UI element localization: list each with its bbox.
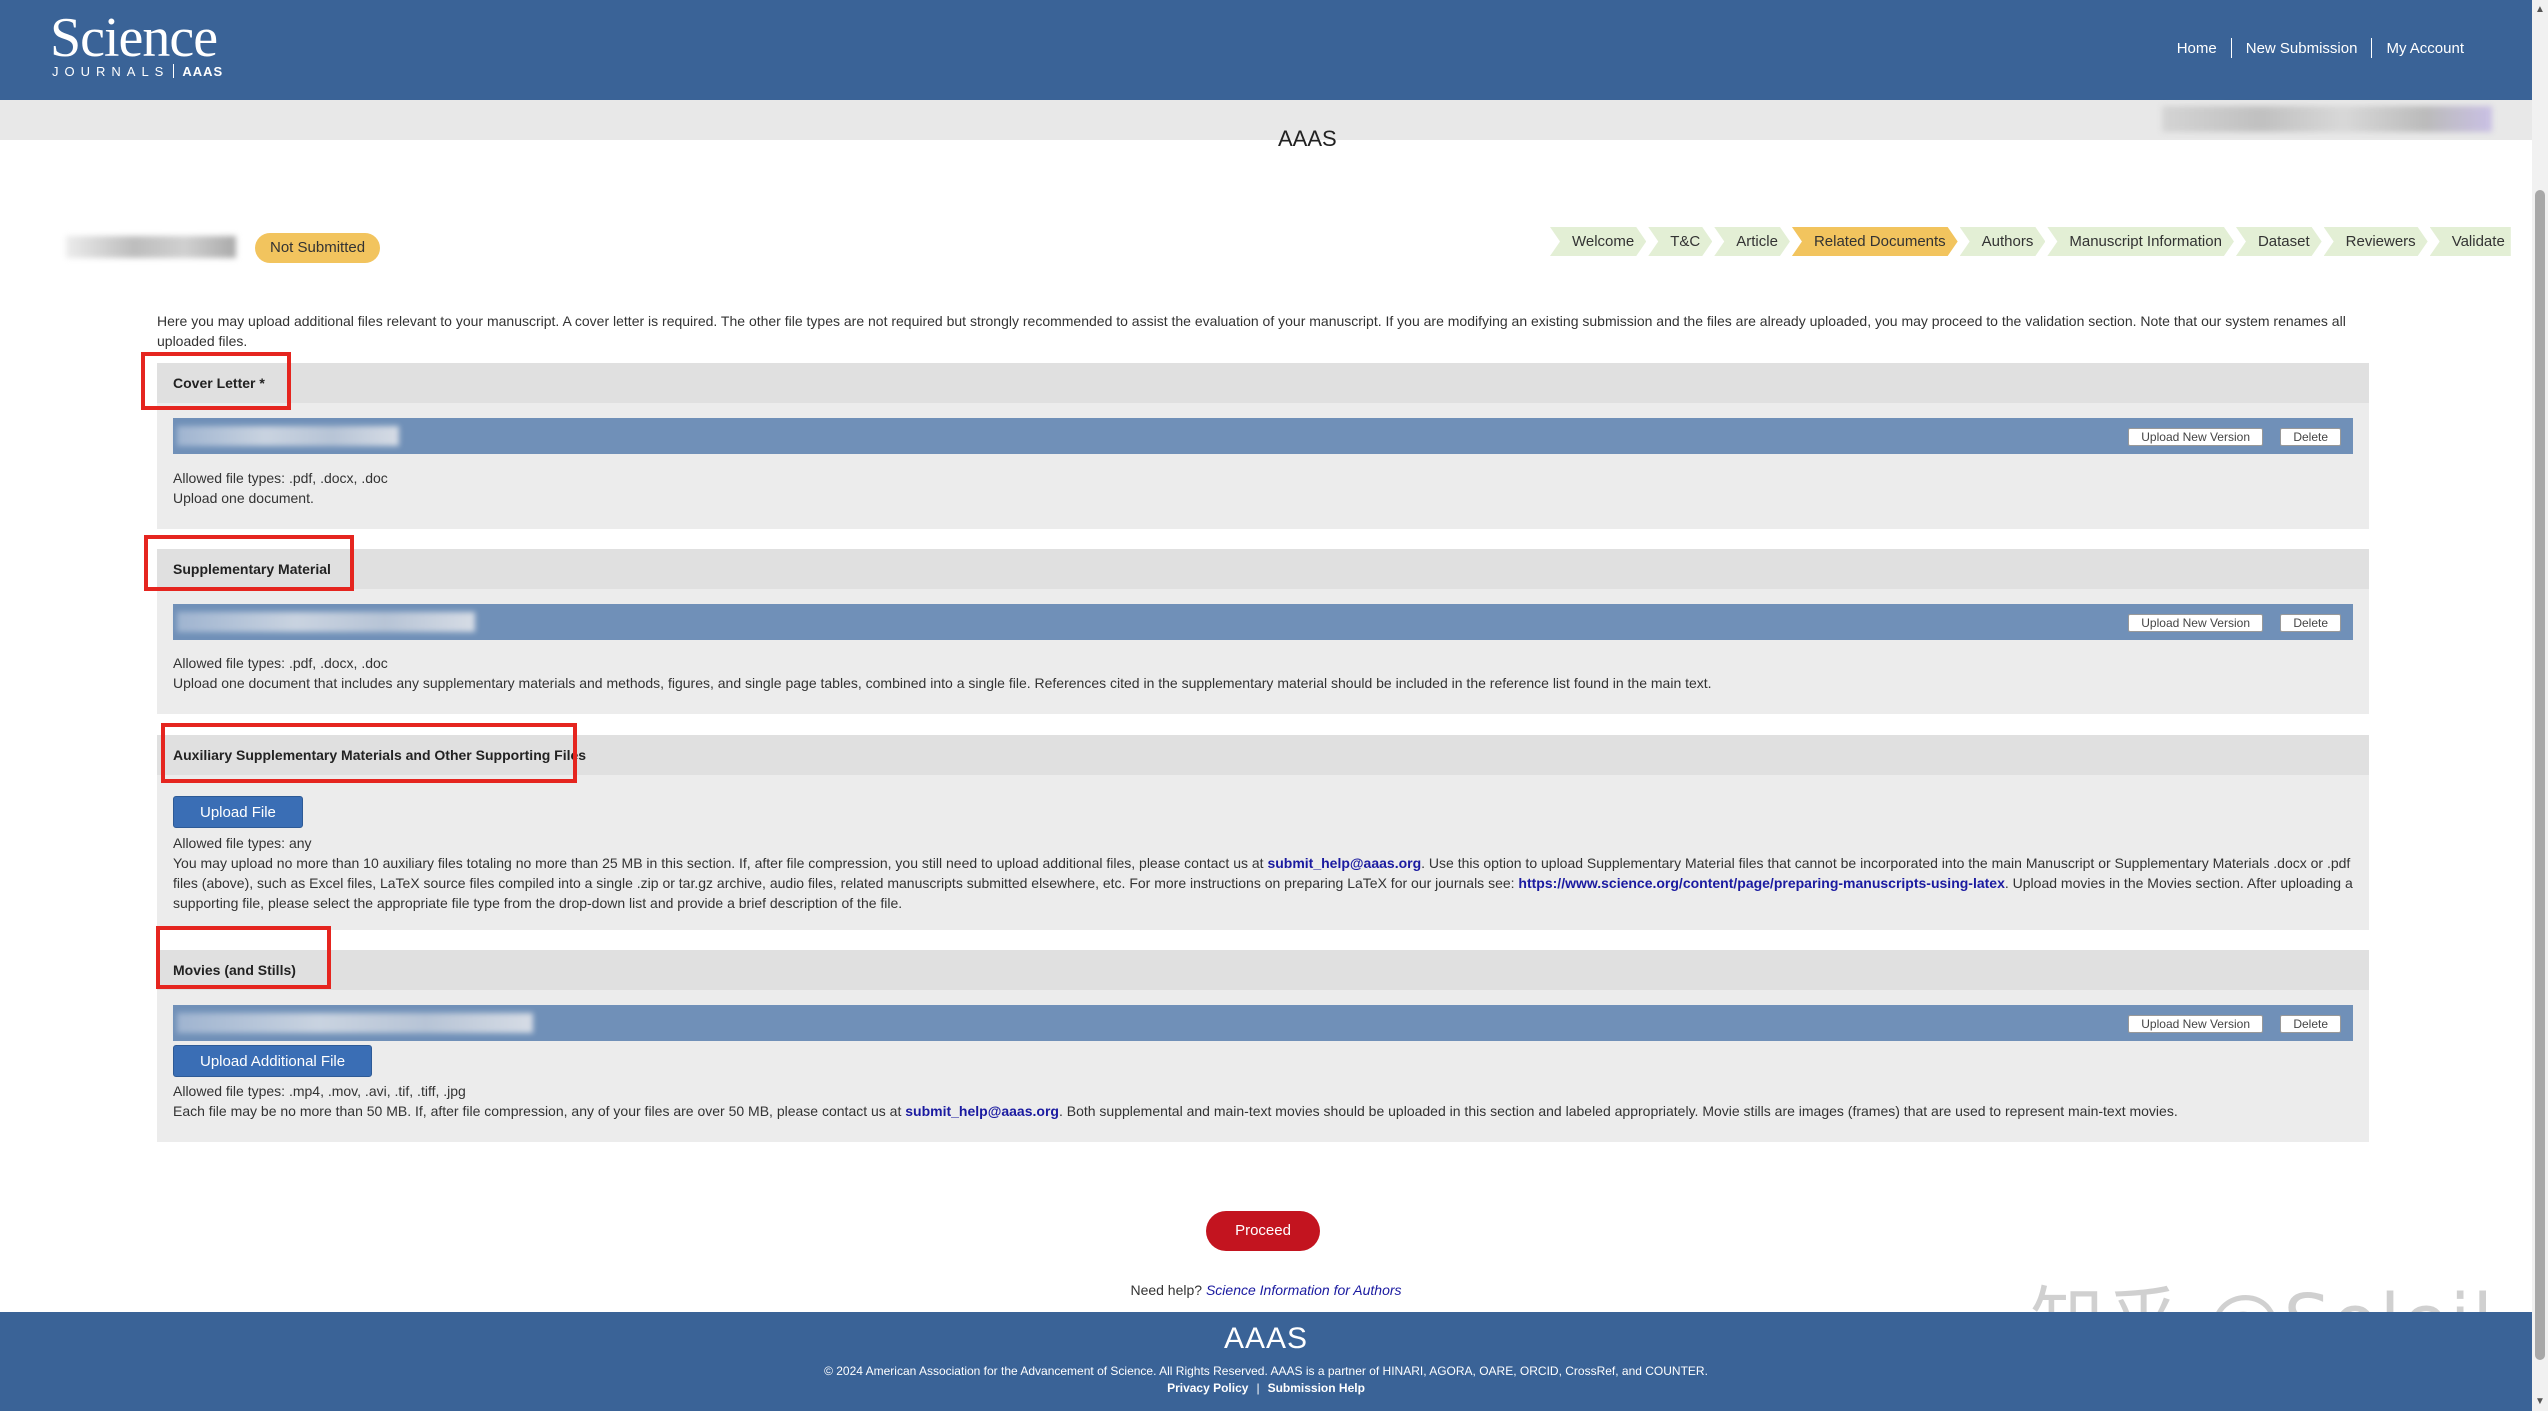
aaas-logo-peek: AAAS xyxy=(1278,130,1337,148)
privacy-policy-link[interactable]: Privacy Policy xyxy=(1167,1381,1248,1395)
science-journals-logo[interactable]: Science JOURNALS AAAS xyxy=(50,7,222,79)
highlight-box xyxy=(144,535,354,591)
step-reviewers[interactable]: Reviewers xyxy=(2324,227,2428,256)
author-info-link[interactable]: Science Information for Authors xyxy=(1206,1282,1402,1298)
upload-new-version-button[interactable]: Upload New Version xyxy=(2128,428,2263,446)
submit-help-email-link[interactable]: submit_help@aaas.org xyxy=(905,1103,1059,1119)
upload-new-version-button[interactable]: Upload New Version xyxy=(2128,1015,2263,1033)
help-prefix: Need help? xyxy=(1130,1282,1206,1298)
step-validate[interactable]: Validate xyxy=(2429,227,2511,256)
scroll-down-icon[interactable]: ▼ xyxy=(2535,1396,2545,1407)
upload-additional-file-button[interactable]: Upload Additional File xyxy=(173,1045,373,1077)
section-header: Movies (and Stills) xyxy=(157,950,2369,990)
step-related-documents[interactable]: Related Documents xyxy=(1792,227,1958,256)
supplementary-types: Allowed file types: .pdf, .docx, .doc xyxy=(173,655,388,671)
highlight-box xyxy=(161,723,577,783)
step-dataset[interactable]: Dataset xyxy=(2236,227,2322,256)
cover-letter-types: Allowed file types: .pdf, .docx, .doc xyxy=(173,470,388,486)
blurred-file-name xyxy=(177,426,399,446)
delete-button[interactable]: Delete xyxy=(2280,614,2341,632)
auxiliary-note: You may upload no more than 10 auxiliary… xyxy=(173,853,2353,913)
site-header: Science JOURNALS AAAS Home New Submission… xyxy=(0,0,2532,100)
movies-section: Movies (and Stills) Upload New Version D… xyxy=(157,950,2369,1142)
movies-note: Each file may be no more than 50 MB. If,… xyxy=(173,1101,2353,1121)
movies-note-part: Each file may be no more than 50 MB. If,… xyxy=(173,1103,906,1119)
footer-links: Privacy Policy | Submission Help xyxy=(1167,1381,1365,1395)
blurred-manuscript-id xyxy=(66,236,236,258)
intro-text: Here you may upload additional files rel… xyxy=(157,313,2346,349)
supplementary-file-row: Upload New Version Delete xyxy=(173,604,2353,640)
scrollbar-thumb[interactable] xyxy=(2535,190,2545,1360)
auxiliary-types: Allowed file types: any xyxy=(173,835,312,851)
submission-help-link[interactable]: Submission Help xyxy=(1268,1381,1365,1395)
step-tc[interactable]: T&C xyxy=(1648,227,1712,256)
delete-button[interactable]: Delete xyxy=(2280,1015,2341,1033)
step-authors[interactable]: Authors xyxy=(1960,227,2046,256)
highlight-box xyxy=(141,352,291,410)
logo-subtitle: JOURNALS AAAS xyxy=(52,64,223,79)
page-scrollbar[interactable]: ▲ ▼ xyxy=(2532,0,2548,1411)
latex-instructions-link[interactable]: https://www.science.org/content/page/pre… xyxy=(1518,875,2004,891)
blurred-account-info xyxy=(2162,106,2492,132)
scroll-up-icon[interactable]: ▲ xyxy=(2535,4,2545,15)
account-bar xyxy=(0,100,2532,140)
upload-file-button[interactable]: Upload File xyxy=(173,796,303,828)
upload-new-version-button[interactable]: Upload New Version xyxy=(2128,614,2263,632)
cover-letter-file-row: Upload New Version Delete xyxy=(173,418,2353,454)
section-header: Cover Letter * xyxy=(157,363,2369,403)
footer-copyright: © 2024 American Association for the Adva… xyxy=(824,1364,1708,1378)
nav-home-link[interactable]: Home xyxy=(2163,40,2231,57)
site-footer: AAAS © 2024 American Association for the… xyxy=(0,1312,2532,1411)
nav-my-account-link[interactable]: My Account xyxy=(2372,40,2478,57)
delete-button[interactable]: Delete xyxy=(2280,428,2341,446)
nav-new-submission-link[interactable]: New Submission xyxy=(2232,40,2372,57)
step-welcome[interactable]: Welcome xyxy=(1550,227,1646,256)
cover-letter-note: Upload one document. xyxy=(173,490,314,506)
highlight-box xyxy=(156,926,331,989)
blurred-file-name xyxy=(177,612,475,632)
proceed-button[interactable]: Proceed xyxy=(1206,1211,1320,1251)
movies-note-part: . Both supplemental and main-text movies… xyxy=(1058,1103,2178,1119)
auxiliary-note-part: You may upload no more than 10 auxiliary… xyxy=(173,855,1268,871)
supplementary-section: Supplementary Material Upload New Versio… xyxy=(157,549,2369,714)
footer-aaas-logo: AAAS xyxy=(1223,1322,1309,1355)
blurred-file-name xyxy=(177,1013,533,1033)
supplementary-note: Upload one document that includes any su… xyxy=(173,675,1712,691)
logo-aaas-text: AAAS xyxy=(182,64,224,79)
movies-types: Allowed file types: .mp4, .mov, .avi, .t… xyxy=(173,1083,466,1099)
movies-file-row: Upload New Version Delete xyxy=(173,1005,2353,1041)
logo-journals-text: JOURNALS xyxy=(52,64,170,79)
submission-steps: Welcome T&C Article Related Documents Au… xyxy=(1550,227,2513,256)
submit-help-email-link[interactable]: submit_help@aaas.org xyxy=(1267,855,1421,871)
step-manuscript-information[interactable]: Manuscript Information xyxy=(2047,227,2234,256)
status-badge: Not Submitted xyxy=(255,233,381,263)
top-navigation: Home New Submission My Account xyxy=(2163,38,2478,58)
section-header: Supplementary Material xyxy=(157,549,2369,589)
step-article[interactable]: Article xyxy=(1714,227,1790,256)
cover-letter-section: Cover Letter * Upload New Version Delete… xyxy=(157,363,2369,529)
logo-wordmark: Science xyxy=(50,7,218,69)
